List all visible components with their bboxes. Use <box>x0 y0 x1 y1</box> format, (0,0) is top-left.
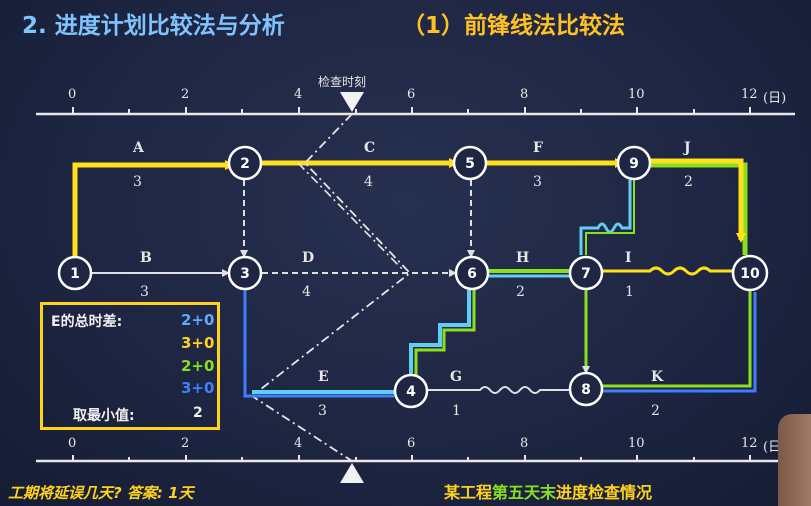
top-tick-10: 10 <box>628 87 645 102</box>
float-value-2: 3+0 <box>181 334 215 352</box>
presenter-hand <box>778 414 811 506</box>
activity-D-label: D <box>302 250 315 266</box>
total-float-box: E的总时差: 2+0 3+0 2+0 3+0 取最小值: 2 <box>40 302 220 430</box>
activity-I-duration: 1 <box>625 284 634 300</box>
path-K <box>602 290 752 388</box>
activity-B-label: B <box>140 250 152 266</box>
activity-D-duration: 4 <box>302 284 311 300</box>
activity-F-duration: 3 <box>533 174 542 190</box>
svg-text:2: 2 <box>240 156 250 172</box>
top-check-marker <box>340 92 364 112</box>
total-float-title: E的总时差: <box>51 314 123 330</box>
node-3: 3 <box>227 255 263 291</box>
bottom-tick-2: 2 <box>181 436 190 451</box>
activity-G-label: G <box>450 369 462 385</box>
path-7-9 <box>579 180 632 255</box>
top-unit: (日) <box>763 91 787 106</box>
path-J <box>648 158 746 243</box>
activity-C-label: C <box>364 140 376 156</box>
delay-question: 工期将延误几天? 答案: 1天 <box>8 484 194 502</box>
top-tick-6: 6 <box>407 87 416 102</box>
top-tick-4: 4 <box>294 87 303 102</box>
activity-A-duration: 3 <box>133 174 142 190</box>
svg-text:4: 4 <box>406 384 416 400</box>
activity-I-label: I <box>625 250 632 266</box>
activity-F-label: F <box>533 140 543 156</box>
network-diagram: 1 2 3 4 5 6 7 8 9 10 <box>36 92 795 483</box>
check-time-label: 检查时刻 <box>318 75 367 89</box>
path-4-6 <box>409 290 471 378</box>
front-line <box>250 113 412 462</box>
activity-J-duration: 2 <box>684 174 693 190</box>
svg-text:9: 9 <box>629 156 639 172</box>
svg-text:5: 5 <box>465 156 475 172</box>
min-value-label: 取最小值: <box>73 408 135 424</box>
bottom-tick-4: 4 <box>294 436 303 451</box>
bottom-tick-0: 0 <box>68 436 77 451</box>
svg-text:6: 6 <box>467 266 477 282</box>
svg-text:1: 1 <box>70 266 80 282</box>
bottom-tick-8: 8 <box>520 436 529 451</box>
caption-part-3: 进度检查情况 <box>556 483 653 502</box>
node-8: 8 <box>568 371 604 407</box>
caption-part-2: 第五天末 <box>492 483 557 502</box>
float-value-3: 2+0 <box>181 357 215 375</box>
bottom-tick-12: 12 <box>741 436 758 451</box>
activity-E-label: E <box>318 369 329 385</box>
top-tick-0: 0 <box>68 87 77 102</box>
activity-K-duration: 2 <box>651 403 660 419</box>
float-value-4: 3+0 <box>181 379 215 397</box>
node-2: 2 <box>227 145 263 181</box>
node-5: 5 <box>452 145 488 181</box>
path-7-9-green <box>585 180 635 255</box>
node-1: 1 <box>57 255 93 291</box>
activity-J-label: J <box>684 140 691 156</box>
node-7: 7 <box>568 255 604 291</box>
bottom-check-marker <box>340 463 364 483</box>
activity-H-label: H <box>516 250 530 266</box>
activity-B-duration: 3 <box>140 284 149 300</box>
activity-E-duration: 3 <box>318 403 327 419</box>
svg-text:7: 7 <box>581 266 591 282</box>
path-A <box>72 160 235 257</box>
slide: 2. 进度计划比较法与分析 （1）前锋线法比较法 1 2 3 4 5 6 7 8… <box>0 0 811 506</box>
top-tick-8: 8 <box>520 87 529 102</box>
bottom-tick-6: 6 <box>407 436 416 451</box>
svg-text:8: 8 <box>581 382 591 398</box>
bottom-tick-10: 10 <box>628 436 645 451</box>
path-G <box>428 386 570 394</box>
top-tick-2: 2 <box>181 87 190 102</box>
svg-text:10: 10 <box>740 266 760 282</box>
node-6: 6 <box>454 255 490 291</box>
top-tick-12: 12 <box>741 87 758 102</box>
node-4: 4 <box>393 373 429 409</box>
inspection-caption: 某工程第五天末进度检查情况 <box>444 479 652 503</box>
activity-A-label: A <box>133 140 144 156</box>
path-J-green <box>648 162 748 255</box>
float-value-1: 2+0 <box>181 311 215 329</box>
activity-G-duration: 1 <box>452 403 461 419</box>
min-value: 2 <box>193 405 203 421</box>
svg-text:3: 3 <box>240 266 250 282</box>
path-K-blue <box>602 292 757 393</box>
caption-part-1: 某工程 <box>444 483 493 502</box>
activity-C-duration: 4 <box>364 174 373 190</box>
path-4-6-green <box>414 290 476 378</box>
path-I <box>602 266 735 276</box>
activity-K-label: K <box>651 369 664 385</box>
activity-H-duration: 2 <box>516 284 525 300</box>
node-10: 10 <box>731 254 769 292</box>
node-9: 9 <box>616 145 652 181</box>
